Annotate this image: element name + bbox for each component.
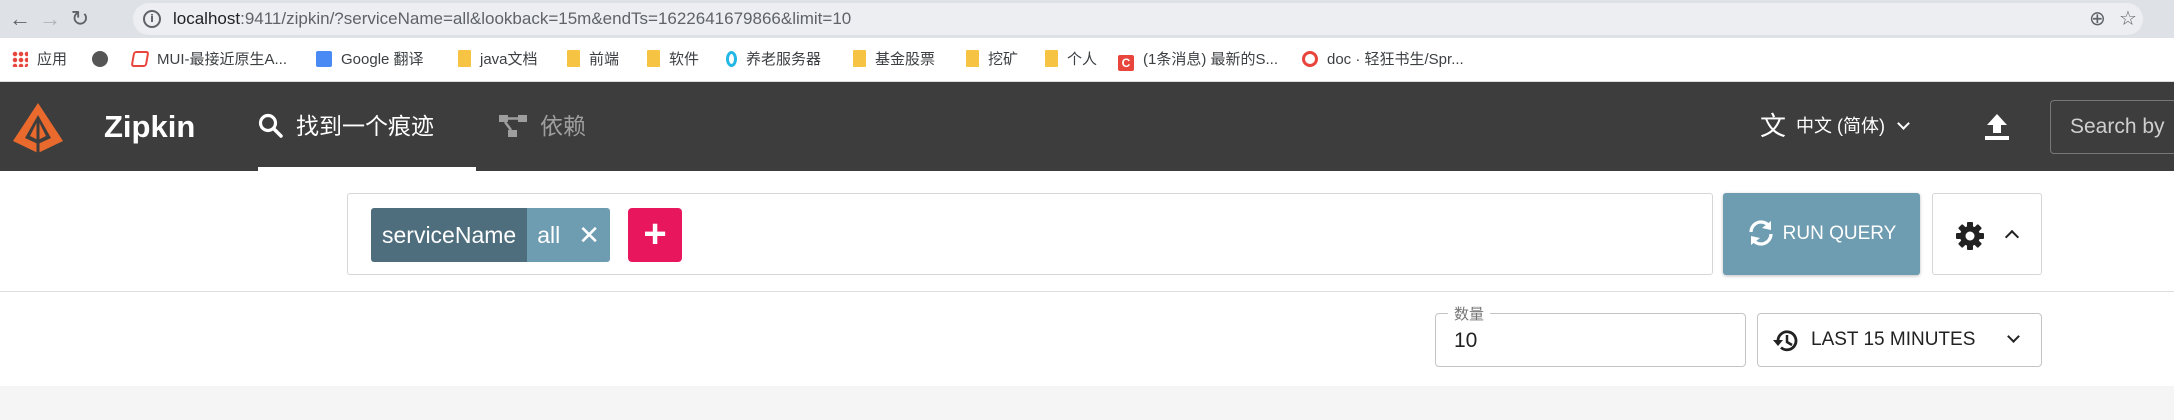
zipkin-logo-icon[interactable] <box>10 100 66 156</box>
bookmark-csdn[interactable]: C (1条消息) 最新的S... <box>1118 48 1278 72</box>
gitee-icon <box>1302 51 1318 67</box>
refresh-icon <box>1749 220 1773 246</box>
folder-icon <box>647 50 660 67</box>
query-panel: serviceName all ✕ + RUN QUERY <box>0 171 2174 292</box>
info-icon[interactable]: i <box>143 10 161 28</box>
bookmark-server[interactable]: 养老服务器 <box>726 48 821 72</box>
url-text: localhost:9411/zipkin/?serviceName=all&l… <box>173 9 852 28</box>
bookmark-frontend[interactable]: 前端 <box>567 48 619 72</box>
chevron-down-icon <box>1897 117 1910 130</box>
bookmark-google-translate[interactable]: Google 翻译 <box>316 48 424 72</box>
chip-key: serviceName <box>371 208 528 262</box>
bookmark-globe[interactable] <box>92 48 117 72</box>
folder-icon <box>853 50 866 67</box>
criteria-chip[interactable]: serviceName all ✕ <box>371 208 611 262</box>
language-selector[interactable]: 文中文 (简体) <box>1760 82 1910 171</box>
zoom-icon[interactable]: ⊕ <box>2089 8 2106 30</box>
bookmark-software[interactable]: 软件 <box>647 48 699 72</box>
close-icon[interactable]: ✕ <box>578 208 600 262</box>
folder-icon <box>966 50 979 67</box>
search-icon <box>258 113 283 138</box>
limit-field[interactable]: 数量 <box>1435 303 1746 368</box>
globe-icon <box>92 51 108 67</box>
tab-dependencies[interactable]: 依赖 <box>498 82 586 171</box>
gear-icon <box>1956 222 1984 250</box>
dependency-icon <box>499 115 527 137</box>
add-criteria-button[interactable]: + <box>628 208 682 262</box>
tab-dependencies-label: 依赖 <box>540 113 586 139</box>
chevron-down-icon <box>2007 330 2020 343</box>
bookmark-apps[interactable]: 应用 <box>12 48 67 72</box>
back-arrow-icon[interactable]: ← <box>8 7 32 31</box>
bookmark-personal[interactable]: 个人 <box>1045 48 1097 72</box>
apps-icon <box>12 51 28 67</box>
upload-icon[interactable] <box>1982 112 2012 142</box>
trace-id-search-input[interactable]: Search by <box>2050 100 2174 154</box>
lookback-label: LAST 15 MINUTES <box>1811 329 1976 350</box>
chevron-up-icon <box>2004 229 2020 245</box>
tab-find-trace-label: 找到一个痕迹 <box>296 113 434 139</box>
history-icon <box>1773 330 1798 352</box>
app-header: Zipkin 找到一个痕迹 依赖 文中文 (简体) Search by <box>0 82 2174 171</box>
bookmark-mui[interactable]: MUI-最接近原生A... <box>130 48 287 72</box>
bookmarks-bar: 应用 MUI-最接近原生A... Google 翻译 java文档 前端 软件 … <box>0 38 2174 82</box>
translate-icon: 文 <box>1760 111 1787 141</box>
reload-icon[interactable]: ↻ <box>68 7 92 31</box>
address-bar[interactable]: i localhost:9411/zipkin/?serviceName=all… <box>133 3 2143 35</box>
query-criteria-box[interactable]: serviceName all ✕ + <box>347 193 1713 275</box>
folder-icon <box>458 50 471 67</box>
chip-value: all <box>537 222 561 248</box>
bookmark-gitee[interactable]: doc · 轻狂书生/Spr... <box>1302 48 1464 72</box>
lookback-selector[interactable]: LAST 15 MINUTES <box>1757 313 2042 367</box>
folder-icon <box>1045 50 1058 67</box>
forward-arrow-icon[interactable]: → <box>38 7 62 31</box>
bookmark-java-docs[interactable]: java文档 <box>458 48 538 72</box>
csdn-icon: C <box>1118 55 1134 71</box>
limit-input[interactable] <box>1454 314 1734 368</box>
browser-toolbar: ← → ↻ i localhost:9411/zipkin/?serviceNa… <box>0 0 2174 38</box>
chip-value-group: all ✕ <box>527 208 611 262</box>
mui-icon <box>130 51 150 67</box>
bookmark-mining[interactable]: 挖矿 <box>966 48 1018 72</box>
results-area <box>0 386 2174 420</box>
google-translate-icon <box>316 51 332 67</box>
zero-icon <box>726 51 737 67</box>
run-query-button[interactable]: RUN QUERY <box>1723 193 1920 275</box>
filter-panel: 数量 LAST 15 MINUTES <box>0 292 2174 386</box>
bookmark-star-icon[interactable]: ☆ <box>2119 8 2137 30</box>
brand-title[interactable]: Zipkin <box>104 82 195 171</box>
folder-icon <box>567 50 580 67</box>
run-query-label: RUN QUERY <box>1782 223 1897 244</box>
bookmark-funds[interactable]: 基金股票 <box>853 48 935 72</box>
language-label: 中文 (简体) <box>1796 116 1886 136</box>
tab-find-trace[interactable]: 找到一个痕迹 <box>258 82 476 171</box>
settings-toggle-button[interactable] <box>1932 193 2042 275</box>
